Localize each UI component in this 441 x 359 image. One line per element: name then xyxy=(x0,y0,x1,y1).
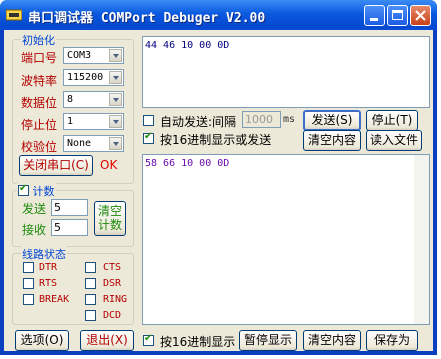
options-button[interactable]: 选项(O) xyxy=(15,330,69,351)
chevron-down-icon[interactable] xyxy=(109,93,122,106)
send-count-field[interactable]: 5 xyxy=(51,199,88,216)
parity-label: 校验位 xyxy=(21,140,58,154)
close-window-button[interactable] xyxy=(410,5,431,26)
baud-select[interactable]: 115200 xyxy=(63,69,124,86)
stopbits-value: 1 xyxy=(67,116,74,127)
rts-checkbox[interactable] xyxy=(23,278,34,289)
ring-checkbox[interactable] xyxy=(85,294,96,305)
minimize-icon xyxy=(370,18,378,21)
dcd-checkbox[interactable] xyxy=(85,310,96,321)
dcd-label: DCD xyxy=(103,310,122,321)
stop-button[interactable]: 停止(T) xyxy=(366,110,418,131)
count-checkbox[interactable] xyxy=(18,183,29,196)
chevron-down-icon[interactable] xyxy=(109,137,122,150)
clear-count-button[interactable]: 清空 计数 xyxy=(94,201,126,236)
port-select[interactable]: COM3 xyxy=(63,47,124,64)
receive-text: 58 66 10 00 0D xyxy=(145,158,230,169)
client-area: 初始化 端口号 COM3 波特率 115200 数据位 8 停止位 1 校验位 … xyxy=(4,30,433,351)
app-icon xyxy=(6,9,22,21)
status-text: OK xyxy=(100,158,118,172)
port-label: 端口号 xyxy=(21,51,58,65)
minimize-button[interactable] xyxy=(364,5,385,26)
clear-send-button[interactable]: 清空内容 xyxy=(303,130,361,151)
receive-textarea[interactable]: 58 66 10 00 0D xyxy=(142,154,430,325)
databits-label: 数据位 xyxy=(21,96,58,110)
stopbits-label: 停止位 xyxy=(21,118,58,132)
hex-display-label: 按16进制显示 xyxy=(160,335,236,349)
exit-button[interactable]: 退出(X) xyxy=(80,330,134,351)
close-icon xyxy=(415,10,426,21)
baud-label: 波特率 xyxy=(21,74,58,88)
databits-select[interactable]: 8 xyxy=(63,91,124,108)
cts-label: CTS xyxy=(103,262,122,273)
dsr-checkbox[interactable] xyxy=(85,278,96,289)
read-file-button[interactable]: 读入文件 xyxy=(366,130,422,151)
maximize-button[interactable] xyxy=(387,5,408,26)
interval-unit: ms xyxy=(283,114,296,125)
line-status-label: 线路状态 xyxy=(21,246,67,262)
hex-send-checkbox[interactable] xyxy=(143,131,154,144)
send-button[interactable]: 发送(S) xyxy=(303,110,361,131)
chevron-down-icon[interactable] xyxy=(109,71,122,84)
break-checkbox[interactable] xyxy=(23,294,34,305)
pause-display-button[interactable]: 暂停显示 xyxy=(239,330,297,351)
port-value: COM3 xyxy=(67,50,92,61)
init-group-label: 初始化 xyxy=(21,32,56,48)
ring-label: RING xyxy=(103,294,128,305)
auto-send-label: 自动发送:间隔 xyxy=(160,115,237,129)
maximize-icon xyxy=(392,10,403,20)
clear-receive-button[interactable]: 清空内容 xyxy=(303,330,361,351)
receive-scrollbar[interactable] xyxy=(414,155,429,324)
title-bar[interactable]: 串口调试器 COMPort Debuger V2.00 xyxy=(0,0,437,30)
interval-field[interactable]: 1000 xyxy=(242,111,281,128)
window-title: 串口调试器 COMPort Debuger V2.00 xyxy=(28,11,266,26)
hex-send-label: 按16进制显示或发送 xyxy=(160,133,272,147)
count-group-header: 计数 xyxy=(17,183,56,199)
cts-checkbox[interactable] xyxy=(85,262,96,273)
databits-value: 8 xyxy=(67,94,74,105)
close-port-button[interactable]: 关闭串口(C) xyxy=(19,155,93,176)
recv-count-label: 接收 xyxy=(22,223,47,237)
dtr-label: DTR xyxy=(39,262,58,273)
parity-value: None xyxy=(67,138,92,149)
save-as-button[interactable]: 保存为 xyxy=(366,330,418,351)
parity-select[interactable]: None xyxy=(63,135,124,152)
dtr-checkbox[interactable] xyxy=(23,262,34,273)
baud-value: 115200 xyxy=(67,72,104,83)
chevron-down-icon[interactable] xyxy=(109,115,122,128)
app-window: 串口调试器 COMPort Debuger V2.00 初始化 端口号 COM3… xyxy=(0,0,437,355)
recv-count-field[interactable]: 5 xyxy=(51,219,88,236)
count-label: 计数 xyxy=(32,185,55,198)
auto-send-checkbox[interactable] xyxy=(143,115,154,126)
rts-label: RTS xyxy=(39,278,58,289)
hex-display-checkbox[interactable] xyxy=(143,333,154,346)
dsr-label: DSR xyxy=(103,278,122,289)
break-label: BREAK xyxy=(39,294,70,305)
send-textarea[interactable]: 44 46 10 00 0D xyxy=(142,36,430,108)
chevron-down-icon[interactable] xyxy=(109,49,122,62)
send-count-label: 发送 xyxy=(22,202,47,216)
stopbits-select[interactable]: 1 xyxy=(63,113,124,130)
